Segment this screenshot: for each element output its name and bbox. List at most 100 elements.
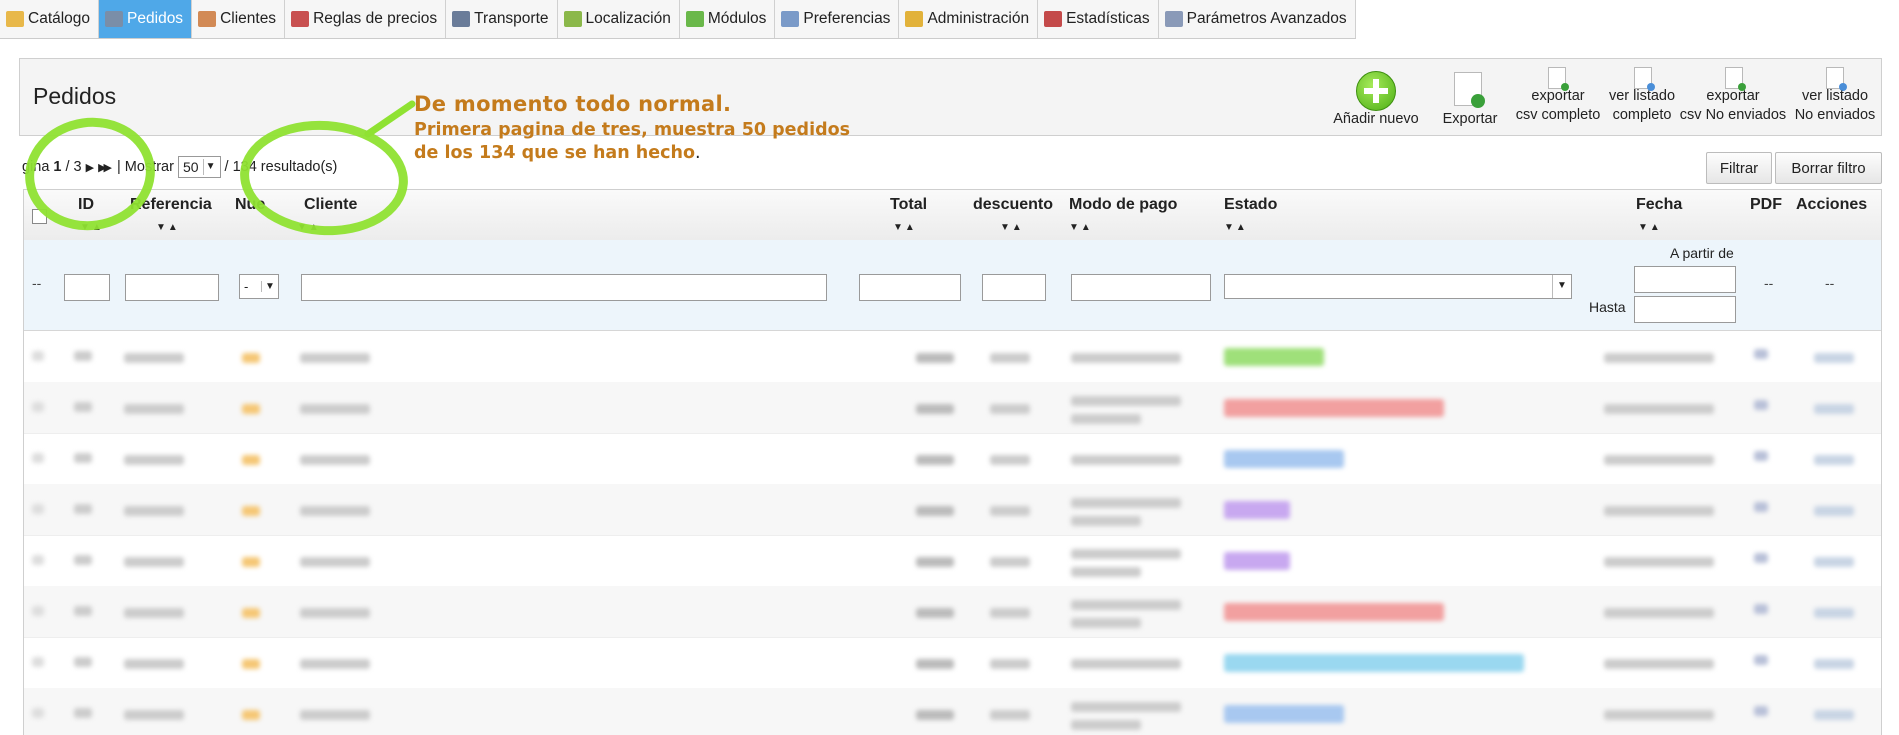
view-unsent-icon[interactable] [1826,67,1847,91]
blurred-cell [1071,720,1141,730]
filter-id-input[interactable] [64,274,110,301]
tab-3[interactable]: Reglas de precios [285,0,447,38]
blurred-cell [74,504,92,514]
view-full-list-line1: ver listado [1608,88,1676,104]
bar-chart-icon [1044,11,1063,27]
table-row[interactable] [24,382,1881,434]
blurred-cell [1814,353,1854,363]
blurred-cell [1814,506,1854,516]
tab-label: Pedidos [127,10,184,27]
sort-total-icon[interactable]: ▼▲ [893,222,917,233]
filter-date-to-label: Hasta [1589,299,1626,315]
export-icon[interactable] [1454,72,1485,108]
add-new-button[interactable]: Añadir nuevo [1326,110,1426,129]
blurred-cell [1071,353,1181,363]
export-csv-full-button[interactable]: exportar csv completo [1510,87,1606,125]
export-csv-unsent-button[interactable]: exportar csv No enviados [1678,87,1788,125]
table-row[interactable] [24,535,1881,587]
tab-label: Parámetros Avanzados [1186,10,1347,27]
view-unsent-list-line1: ver listado [1801,88,1869,104]
filter-payment-input[interactable] [1071,274,1211,301]
blurred-cell [1754,502,1768,512]
table-row[interactable] [24,637,1881,689]
blurred-cell [990,353,1030,363]
blurred-cell [74,402,92,412]
filter-customer-input[interactable] [301,274,827,301]
per-page-select[interactable]: 50 ▼ [177,156,221,178]
blurred-cell [1071,516,1141,526]
blurred-cell [990,659,1030,669]
blurred-cell [1604,455,1714,465]
column-payment: Modo de pago [1069,196,1178,213]
filter-date-from-label: A partir de [1670,245,1734,261]
blurred-cell [1071,567,1141,577]
blurred-cell [990,455,1030,465]
tab-1[interactable]: Pedidos [99,0,193,38]
table-row[interactable] [24,433,1881,485]
blurred-cell [1224,552,1290,570]
export-csv-icon[interactable] [1548,67,1569,91]
filter-date-to-input[interactable] [1634,296,1736,323]
blurred-cell [300,557,370,567]
tab-2[interactable]: Clientes [192,0,286,38]
blurred-cell [1224,450,1344,468]
blurred-cell [124,506,184,516]
annotation-note: De momento todo normal. Primera pagina d… [414,92,850,163]
blurred-cell [242,710,260,720]
blurred-cell [242,557,260,567]
view-unsent-list-button[interactable]: ver listado No enviados [1790,87,1880,125]
export-button[interactable]: Exportar [1430,110,1510,129]
reset-filter-button[interactable]: Borrar filtro [1775,152,1882,184]
filter-new-select[interactable]: - ▼ [239,274,279,299]
tab-7[interactable]: Preferencias [775,0,900,38]
blurred-cell [1604,404,1714,414]
blurred-cell [990,710,1030,720]
filter-date-from-input[interactable] [1634,266,1736,293]
filter-reference-input[interactable] [125,274,219,301]
tab-label: Localización [585,10,671,27]
chevron-down-icon: ▼ [261,281,278,292]
blurred-cell [32,555,44,565]
tab-4[interactable]: Transporte [446,0,558,38]
view-full-list-button[interactable]: ver listado completo [1600,87,1684,125]
tab-9[interactable]: Estadísticas [1038,0,1159,38]
export-csv-full-line2: csv completo [1515,107,1601,123]
blurred-cell [1814,659,1854,669]
table-row[interactable] [24,586,1881,638]
key-icon [905,11,924,27]
blurred-cell [1604,659,1714,669]
filter-total-input[interactable] [859,274,961,301]
blurred-cell [300,506,370,516]
blurred-cell [1754,706,1768,716]
tab-5[interactable]: Localización [557,0,680,38]
tab-6[interactable]: Módulos [679,0,776,38]
blurred-cell [242,608,260,618]
orders-table: ID ▼▲ Referencia ▼▲ Nue Cliente ▼▲ Total… [23,189,1882,735]
table-row[interactable] [24,688,1881,735]
sort-reference-icon[interactable]: ▼▲ [156,222,180,233]
sort-discount-icon[interactable]: ▼▲ [1000,222,1024,233]
tab-8[interactable]: Administración [899,0,1039,38]
blurred-cell [242,455,260,465]
filter-actions-empty: -- [1825,275,1835,291]
tab-0[interactable]: Catálogo [0,0,100,38]
annotation-line1: De momento todo normal. [414,92,732,116]
tab-label: Transporte [474,10,549,27]
blurred-cell [124,608,184,618]
sort-payment-icon[interactable]: ▼▲ [1069,222,1093,233]
blurred-cell [32,606,44,616]
table-row[interactable] [24,331,1881,383]
sort-status-icon[interactable]: ▼▲ [1224,222,1248,233]
filter-button[interactable]: Filtrar [1706,152,1772,184]
export-csv-full-line1: exportar [1531,88,1585,104]
blurred-cell [1224,603,1444,621]
filter-status-select[interactable]: ▼ [1224,274,1572,299]
tab-10[interactable]: Parámetros Avanzados [1158,0,1356,38]
add-new-icon[interactable] [1356,71,1396,111]
view-list-icon[interactable] [1634,67,1655,91]
sort-date-icon[interactable]: ▼▲ [1638,222,1662,233]
filter-discount-input[interactable] [982,274,1046,301]
export-unsent-icon[interactable] [1725,67,1746,91]
table-row[interactable] [24,484,1881,536]
blurred-cell [1814,455,1854,465]
